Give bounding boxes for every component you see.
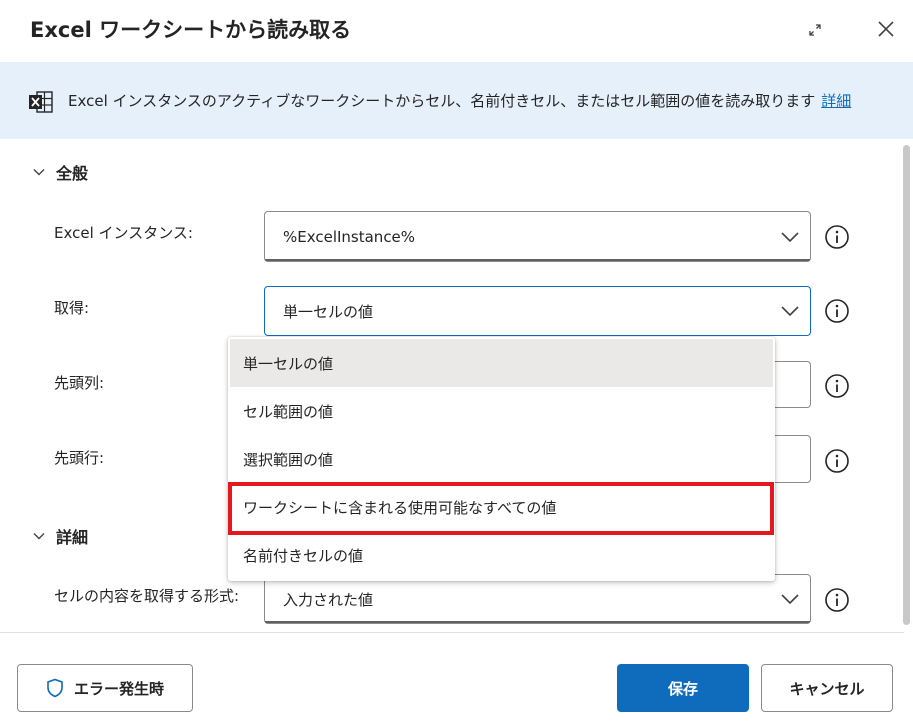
retrieve-value: 単一セルの値: [283, 302, 374, 321]
cell-format-info-button[interactable]: [824, 587, 850, 617]
shield-icon: [47, 678, 63, 698]
excel-instance-select[interactable]: %ExcelInstance%: [264, 211, 811, 262]
retrieve-info-button[interactable]: [824, 298, 850, 328]
section-advanced-toggle[interactable]: 詳細: [32, 524, 88, 548]
dropdown-option[interactable]: 選択範囲の値: [230, 435, 773, 483]
section-advanced-label: 詳細: [56, 528, 89, 547]
chevron-down-icon: [33, 169, 45, 176]
info-icon: [825, 588, 849, 612]
scrollbar-thumb[interactable]: [903, 145, 910, 625]
learn-more-link[interactable]: 詳細: [821, 92, 851, 110]
chevron-down-icon: [781, 306, 799, 317]
select-underline: [265, 259, 810, 261]
save-button[interactable]: 保存: [617, 664, 749, 712]
on-error-label: エラー発生時: [73, 679, 164, 698]
select-underline: [265, 621, 810, 623]
info-icon: [825, 225, 849, 249]
highlight-annotation-box: [228, 482, 774, 535]
expand-button[interactable]: [800, 15, 830, 45]
retrieve-dropdown-list: 単一セルの値 セル範囲の値 選択範囲の値 ワークシートに含まれる使用可能なすべて…: [228, 337, 775, 581]
info-icon: [825, 374, 849, 398]
dialog-title: Excel ワークシートから読み取る: [30, 18, 352, 42]
excel-icon: [28, 90, 54, 114]
chevron-down-icon: [33, 533, 45, 540]
excel-instance-info-button[interactable]: [824, 224, 850, 254]
cancel-button[interactable]: キャンセル: [761, 664, 893, 712]
close-icon: [878, 21, 894, 37]
start-column-label: 先頭列:: [54, 374, 105, 392]
dropdown-option[interactable]: 名前付きセルの値: [230, 531, 773, 579]
excel-instance-label: Excel インスタンス:: [54, 224, 193, 242]
dropdown-option[interactable]: 単一セルの値: [230, 339, 773, 387]
retrieve-select[interactable]: 単一セルの値: [264, 286, 811, 336]
section-general-label: 全般: [56, 164, 89, 183]
banner-description: Excel インスタンスのアクティブなワークシートからセル、名前付きセル、または…: [68, 90, 851, 111]
start-row-info-button[interactable]: [824, 448, 850, 478]
dropdown-option[interactable]: セル範囲の値: [230, 387, 773, 435]
retrieve-label: 取得:: [54, 299, 90, 317]
banner-text: Excel インスタンスのアクティブなワークシートからセル、名前付きセル、または…: [68, 92, 816, 110]
info-icon: [825, 449, 849, 473]
footer-divider: [0, 632, 904, 633]
cell-format-label: セルの内容を取得する形式:: [54, 587, 240, 605]
cell-format-select[interactable]: 入力された値: [264, 574, 811, 624]
chevron-down-icon: [781, 231, 799, 242]
expand-icon: [809, 24, 821, 36]
section-general-toggle[interactable]: 全般: [32, 160, 88, 184]
close-button[interactable]: [871, 14, 901, 44]
info-icon: [825, 299, 849, 323]
on-error-button[interactable]: エラー発生時: [17, 664, 193, 712]
cell-format-value: 入力された値: [283, 590, 374, 609]
excel-instance-value: %ExcelInstance%: [283, 227, 416, 246]
chevron-down-icon: [781, 594, 799, 605]
start-row-label: 先頭行:: [54, 449, 105, 467]
start-column-info-button[interactable]: [824, 373, 850, 403]
